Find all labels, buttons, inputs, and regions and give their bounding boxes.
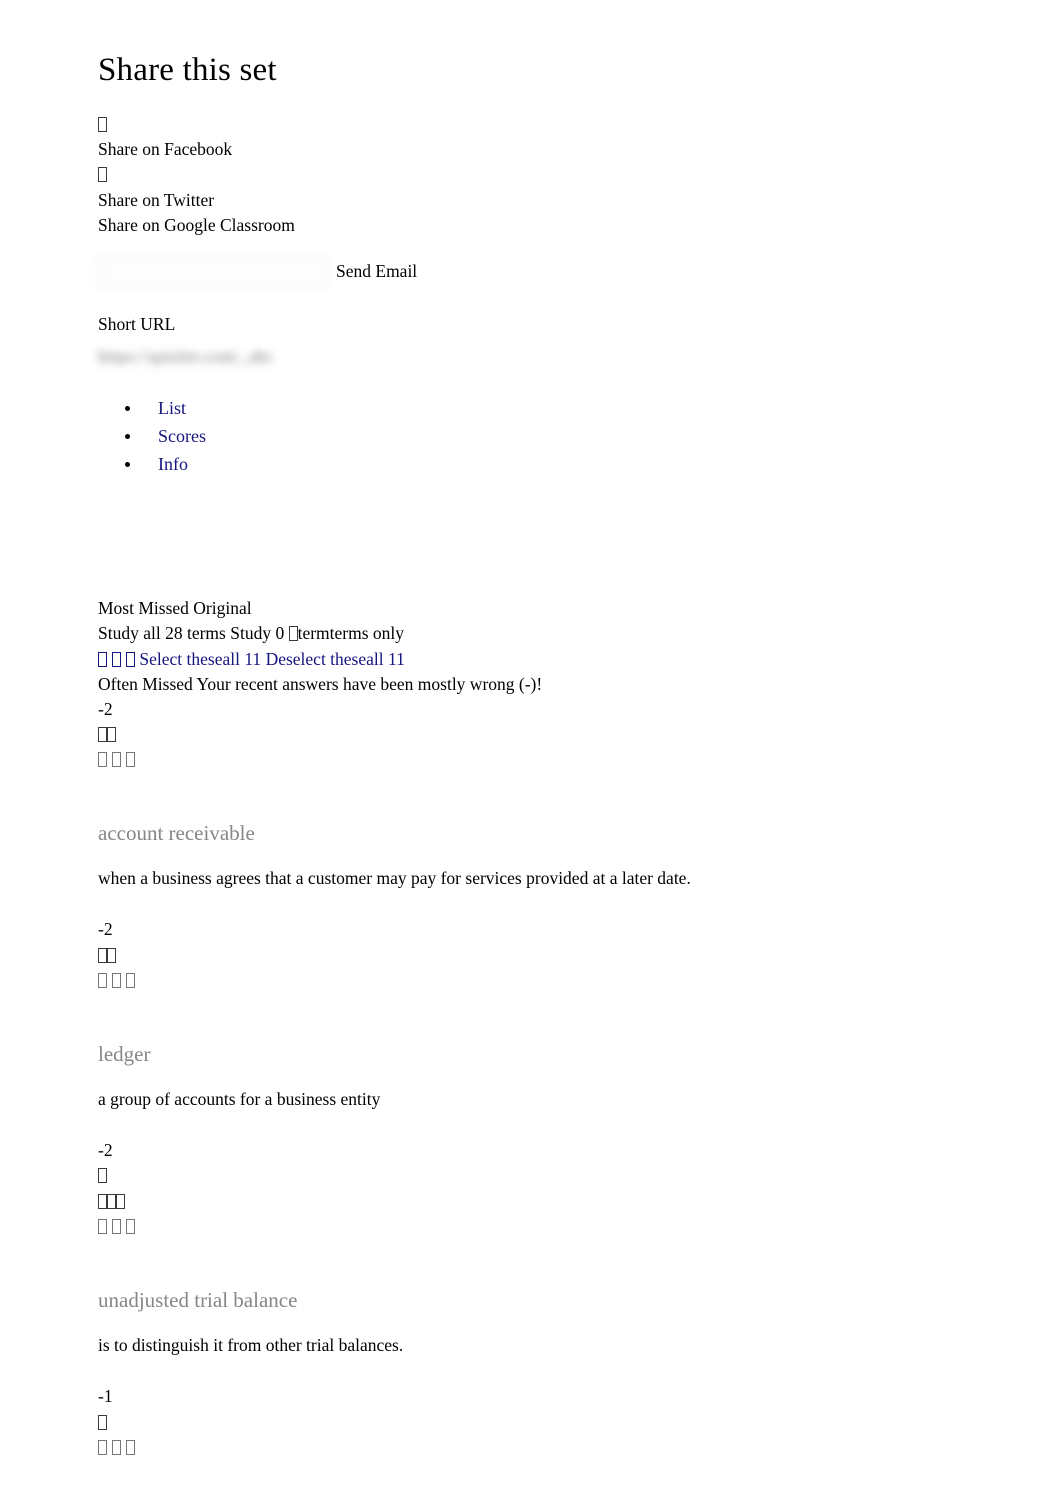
send-email-button[interactable]: Send Email — [336, 259, 417, 284]
more-icon[interactable] — [126, 1439, 135, 1455]
audio-icon[interactable] — [98, 947, 107, 963]
image-icon[interactable] — [107, 727, 116, 743]
term-meta-icons-row-3 — [98, 1214, 964, 1239]
star-outline-icon[interactable] — [98, 752, 107, 768]
share-twitter-link[interactable]: Share on Twitter — [98, 188, 964, 213]
image-icon[interactable] — [98, 1193, 107, 1209]
list-item[interactable]: List — [142, 395, 964, 422]
share-facebook-link[interactable]: Share on Facebook — [98, 137, 964, 162]
term-definition: when a business agrees that a customer m… — [98, 867, 691, 888]
document-page: Share this set Share on Facebook Share o… — [0, 0, 964, 1460]
short-url-value[interactable]: https://quizlet.com/_abc — [98, 345, 328, 375]
study-all-terms-button[interactable]: Study all 28 terms — [98, 623, 226, 643]
term-meta-icons-row-1 — [98, 1410, 964, 1435]
term-score: -1 — [98, 1386, 113, 1407]
sidebar-item-info[interactable]: Info — [158, 454, 188, 474]
set-nav-list: List Scores Info — [98, 395, 964, 477]
term-meta-icons-row-2 — [98, 1435, 964, 1460]
check-icon — [98, 651, 107, 667]
term-badge-icon — [288, 626, 298, 642]
term-meta: -1 — [98, 1384, 964, 1460]
audio-icon[interactable] — [98, 1168, 107, 1184]
facebook-icon — [98, 112, 964, 137]
page-title: Share this set — [98, 52, 277, 88]
often-missed-text: Your recent answers have been mostly wro… — [196, 673, 543, 694]
send-email-row: Send Email — [98, 253, 964, 290]
term-definition: is to distinguish it from other trial ba… — [98, 1334, 404, 1355]
deselect-all-button[interactable]: Deselect theseall 11 — [266, 649, 405, 669]
term-card: account receivable when a business agree… — [98, 820, 964, 993]
expand-icon[interactable] — [116, 1193, 125, 1209]
edit-icon[interactable] — [112, 1219, 121, 1235]
sidebar-item-list[interactable]: List — [158, 398, 186, 418]
select-all-button[interactable]: Select theseall 11 — [139, 649, 261, 669]
study-terms-suffix: termterms only — [297, 623, 405, 644]
term-meta-icons-row-2 — [98, 1189, 964, 1214]
term-title: ledger — [98, 1042, 151, 1067]
edit-icon[interactable] — [112, 972, 121, 988]
term-definition: a group of accounts for a business entit… — [98, 1088, 381, 1109]
star-outline-icon[interactable] — [98, 972, 107, 988]
study-mode-label: Most Missed Original — [98, 598, 252, 619]
term-title: account receivable — [98, 821, 255, 846]
star-outline-icon[interactable] — [98, 1219, 107, 1235]
term-score: -2 — [98, 1139, 113, 1160]
set-meta-icons-row-2 — [98, 747, 964, 772]
share-google-classroom-link[interactable]: Share on Google Classroom — [98, 213, 964, 238]
study-subset-button[interactable]: Study 0 — [230, 623, 284, 643]
sidebar-item-scores[interactable]: Scores — [158, 426, 206, 446]
edit-icon[interactable] — [112, 752, 121, 768]
list-item[interactable]: Info — [142, 451, 964, 478]
set-score: -2 — [98, 698, 113, 719]
term-meta-icons-row-2 — [98, 968, 964, 993]
select-deselect-row: Select theseall 11 Deselect theseall 11 — [98, 647, 964, 672]
image-icon[interactable] — [107, 947, 116, 963]
share-section: Share on Facebook Share on Twitter Share… — [98, 112, 964, 238]
audio-icon[interactable] — [98, 1414, 107, 1430]
list-item[interactable]: Scores — [142, 423, 964, 450]
term-score: -2 — [98, 919, 113, 940]
plus-icon — [126, 651, 135, 667]
term-card: unadjusted trial balance is to distingui… — [98, 1287, 964, 1460]
often-missed-row: Often Missed Your recent answers have be… — [98, 672, 964, 697]
set-meta-icons-row-1 — [98, 722, 964, 747]
often-missed-label: Often Missed — [98, 673, 193, 694]
term-title: unadjusted trial balance — [98, 1288, 298, 1313]
twitter-icon — [98, 162, 964, 187]
email-input[interactable] — [98, 253, 328, 290]
audio-icon[interactable] — [98, 727, 107, 743]
term-meta-icons-row-1 — [98, 943, 964, 968]
term-meta-icons-row-1 — [98, 1163, 964, 1188]
star-outline-icon[interactable] — [98, 1439, 107, 1455]
more-icon[interactable] — [126, 1219, 135, 1235]
more-icon[interactable] — [126, 972, 135, 988]
term-meta: -2 — [98, 917, 964, 993]
study-options-row: Study all 28 terms Study 0 termterms onl… — [98, 621, 964, 646]
set-info-section: Most Missed Original Study all 28 terms … — [98, 596, 964, 772]
diagram-icon[interactable] — [107, 1193, 116, 1209]
edit-icon[interactable] — [112, 1439, 121, 1455]
term-card: ledger a group of accounts for a busines… — [98, 1041, 964, 1239]
term-meta: -2 — [98, 1138, 964, 1240]
short-url-label: Short URL — [98, 313, 176, 334]
more-icon[interactable] — [126, 752, 135, 768]
star-icon — [112, 651, 121, 667]
